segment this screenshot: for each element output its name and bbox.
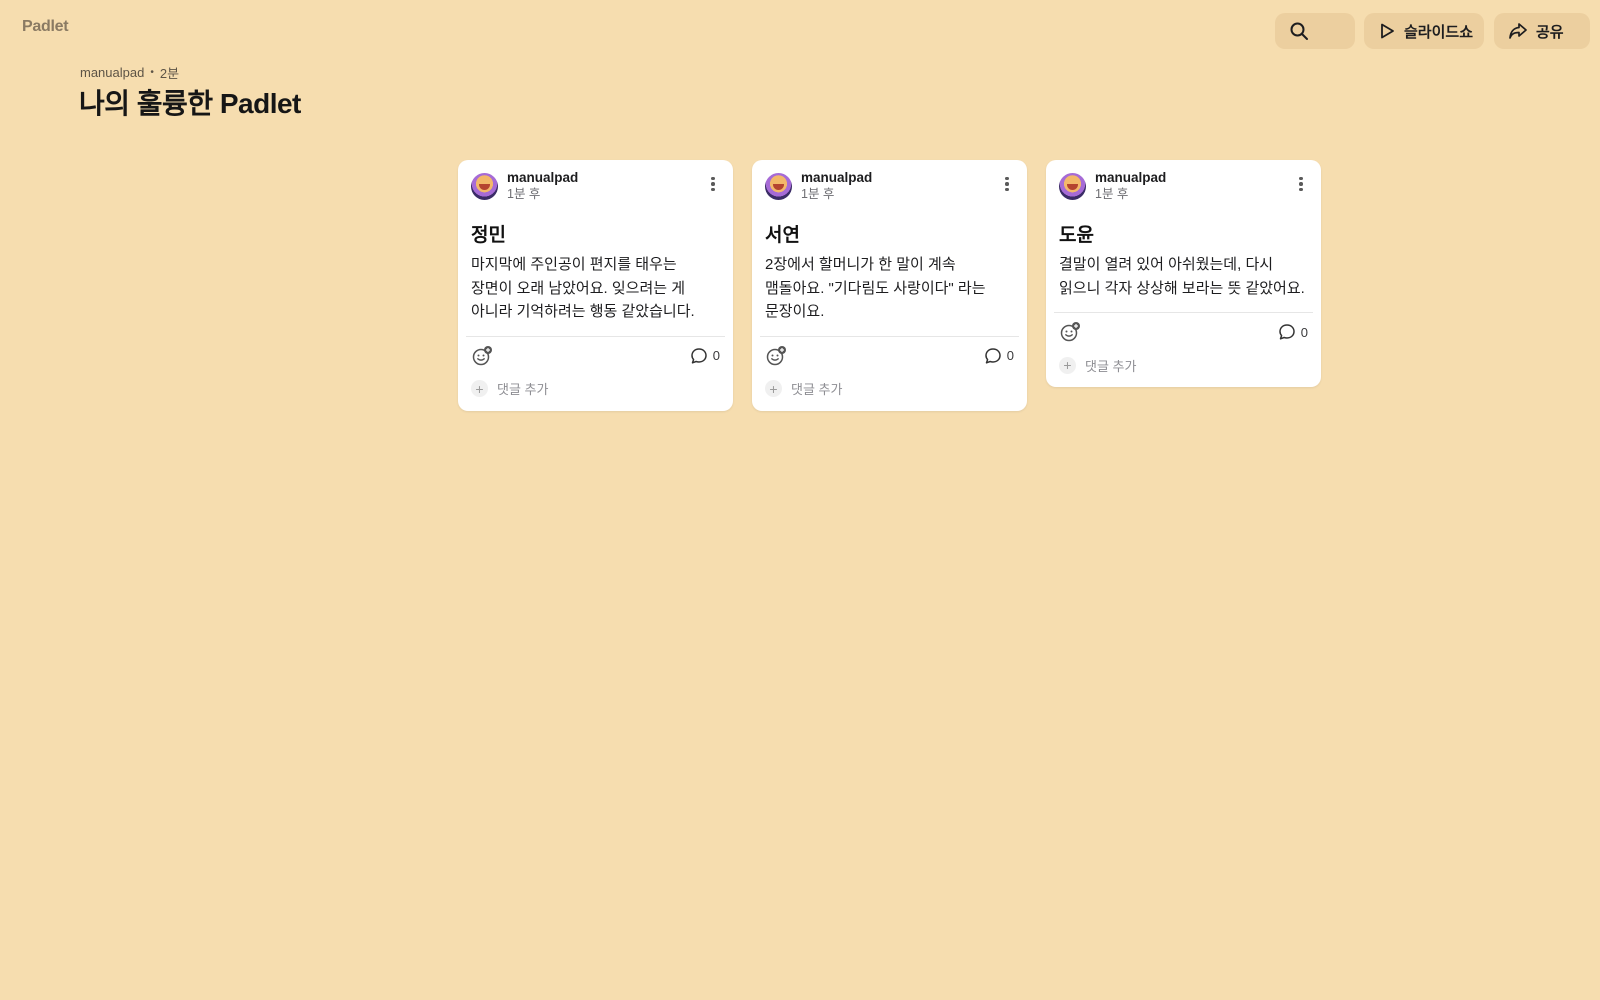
- add-comment-input[interactable]: + 댓글 추가: [471, 375, 720, 403]
- comments-button[interactable]: 0: [1278, 323, 1308, 341]
- board-author[interactable]: manualpad: [80, 65, 144, 80]
- plus-icon: +: [765, 380, 782, 397]
- add-comment-label: 댓글 추가: [1085, 358, 1137, 374]
- post-reactions: 0: [765, 337, 1014, 375]
- add-comment-label: 댓글 추가: [497, 382, 549, 397]
- post-header: manualpad 1분 후: [1059, 170, 1308, 212]
- post-body: 결말이 열려 있어 아쉬웠는데, 다시 읽으니 각자 상상해 보라는 뜻 같았어…: [1059, 256, 1305, 297]
- post-reactions: 0: [471, 337, 720, 375]
- comment-count: 0: [1300, 324, 1308, 340]
- post-author: manualpad: [801, 170, 873, 185]
- emoji-add-icon: [1060, 322, 1080, 342]
- post-card[interactable]: manualpad 1분 후 서연 2장에서 할머니가 한 말이 계속 맴돌아요…: [752, 160, 1027, 411]
- play-icon: [1381, 23, 1394, 39]
- comment-count: 0: [712, 348, 720, 363]
- comment-bubble-icon: [1279, 324, 1295, 340]
- post-title: 서연: [765, 225, 800, 246]
- padlet-board: Padlet 슬라이드쇼 공유 manualpad • 2분 나의 훌륭한 Pa…: [0, 0, 1600, 1000]
- post-header: manualpad 1분 후: [471, 170, 720, 212]
- separator-dot: •: [150, 67, 154, 78]
- post-body: 2장에서 할머니가 한 말이 계속 맴돌아요. "기다림도 사랑이다" 라는 문…: [765, 256, 986, 320]
- add-reaction-button[interactable]: [1059, 321, 1081, 343]
- post-time: 1분 후: [801, 186, 835, 201]
- post-title: 도윤: [1059, 225, 1094, 246]
- add-comment-label: 댓글 추가: [791, 382, 843, 397]
- avatar[interactable]: [471, 173, 498, 200]
- plus-icon: +: [1059, 356, 1076, 374]
- comments-button[interactable]: 0: [984, 347, 1014, 365]
- toolbar: 슬라이드쇼 공유: [1275, 13, 1600, 49]
- post-time: 1분 후: [507, 186, 541, 201]
- add-comment-input[interactable]: + 댓글 추가: [1059, 351, 1308, 379]
- board-meta: manualpad • 2분: [80, 63, 179, 82]
- post-time: 1분 후: [1095, 186, 1129, 201]
- comments-button[interactable]: 0: [690, 347, 720, 365]
- post-menu-icon[interactable]: [1000, 174, 1014, 194]
- comment-bubble-icon: [691, 347, 707, 364]
- board-age: 2분: [159, 66, 180, 81]
- post-menu-icon[interactable]: [1294, 174, 1308, 194]
- share-label: 공유: [1536, 23, 1564, 41]
- add-comment-input[interactable]: + 댓글 추가: [765, 375, 1014, 403]
- emoji-add-icon: [472, 345, 492, 365]
- slideshow-label: 슬라이드쇼: [1404, 23, 1474, 41]
- comment-count: 0: [1006, 348, 1014, 363]
- post-card[interactable]: manualpad 1분 후 정민 마지막에 주인공이 편지를 태우는 장면이 …: [458, 160, 733, 411]
- post-title: 정민: [471, 225, 506, 246]
- search-button[interactable]: [1275, 13, 1355, 49]
- add-reaction-button[interactable]: [471, 345, 493, 367]
- add-reaction-button[interactable]: [765, 345, 787, 367]
- avatar[interactable]: [765, 173, 792, 200]
- post-author: manualpad: [507, 170, 579, 185]
- post-reactions: 0: [1059, 313, 1308, 351]
- plus-icon: +: [471, 380, 488, 397]
- emoji-add-icon: [766, 345, 786, 365]
- board-title[interactable]: 나의 훌륭한 Padlet: [79, 82, 301, 122]
- post-header: manualpad 1분 후: [765, 170, 1014, 212]
- avatar[interactable]: [1059, 173, 1086, 200]
- post-card[interactable]: manualpad 1분 후 도윤 결말이 열려 있어 아쉬웠는데, 다시 읽으…: [1046, 160, 1321, 387]
- post-menu-icon[interactable]: [706, 174, 720, 194]
- share-arrow-icon: [1509, 23, 1527, 39]
- search-icon: [1290, 22, 1308, 40]
- share-button[interactable]: 공유: [1494, 13, 1590, 49]
- post-body: 마지막에 주인공이 편지를 태우는 장면이 오래 남았어요. 잊으려는 게 아니…: [471, 256, 695, 320]
- post-author: manualpad: [1095, 170, 1167, 185]
- comment-bubble-icon: [985, 347, 1001, 364]
- slideshow-button[interactable]: 슬라이드쇼: [1364, 13, 1484, 49]
- padlet-logo[interactable]: Padlet: [22, 18, 69, 36]
